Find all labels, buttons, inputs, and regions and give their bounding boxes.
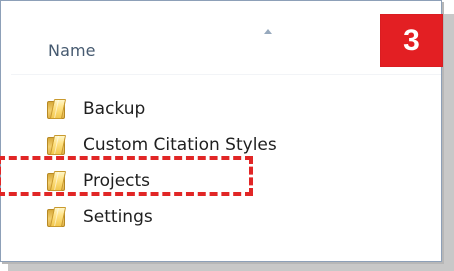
projects-highlight-outline — [0, 156, 253, 196]
folder-label: Backup — [83, 99, 146, 119]
folder-label: Settings — [83, 207, 153, 227]
folder-icon — [47, 206, 67, 228]
folder-label: Custom Citation Styles — [83, 135, 277, 155]
folder-item-settings[interactable]: Settings — [47, 199, 407, 235]
header-divider — [11, 74, 441, 75]
name-column-header[interactable]: Name — [48, 41, 96, 60]
screenshot-stage: Name Backup Custom Citation Styles Proje… — [0, 0, 454, 271]
column-header-strip: Name — [1, 1, 441, 75]
folder-icon — [47, 98, 67, 120]
folder-item-backup[interactable]: Backup — [47, 91, 407, 127]
step-number-badge: 3 — [380, 14, 443, 67]
sort-ascending-icon — [264, 29, 272, 34]
file-explorer-window: Name Backup Custom Citation Styles Proje… — [0, 0, 442, 262]
folder-icon — [47, 134, 67, 156]
